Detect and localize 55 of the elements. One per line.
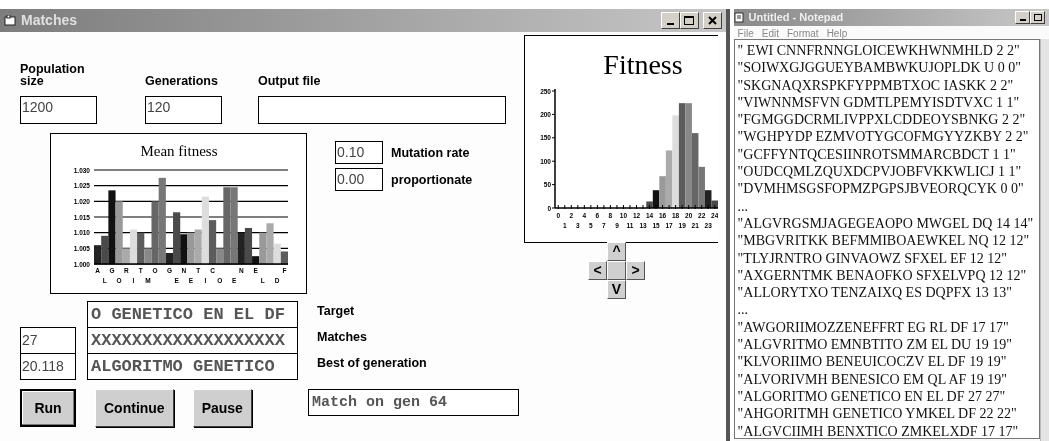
text-line: "VIWNNMSFVN GDMTLPEMYISDTVXC 1 1" xyxy=(737,93,1021,112)
window-title: Matches xyxy=(21,11,78,30)
arrow-button[interactable]: V xyxy=(607,280,626,299)
text-line: "OUDCQMLZQUXDCPVJOBFVKKWLICJ 1 1" xyxy=(737,163,1023,181)
chart-title: Fitness xyxy=(603,49,683,80)
field-label: Output file xyxy=(258,75,321,87)
text-display: O GENETICO EN EL DF xyxy=(87,301,298,328)
text-line: "WGHPYDP EZMVOTYGCOFMGYYZKBY 2 2" xyxy=(737,128,1030,146)
input-field[interactable]: 20.118 xyxy=(20,353,76,380)
text-line: "SKGNAQXRSPKFYPPMBTXOC IASKK 2 2" xyxy=(737,76,1015,94)
text-line: "ALGORITMO GENETICO EN EL DF 27 27" xyxy=(737,387,1007,406)
input-field[interactable]: 27 xyxy=(20,327,76,354)
text-line: "TLYJRNTRO GINVAOWZ SFXEL EF 12 12" xyxy=(737,249,1009,267)
text-line: "AXGERNTMK BENAOFKO SFXELVPQ 12 12" xyxy=(737,266,1028,285)
text-line: "ALVORIVMH BENESICO EM QL AF 19 19" xyxy=(737,370,1009,388)
menu-item[interactable]: Format xyxy=(786,26,819,39)
action-button[interactable]: Run xyxy=(20,389,76,427)
text-line: "MBGVRITKK BEFMMIBOAEWKEL NQ 12 12" xyxy=(737,232,1031,250)
status-field: Match on gen 64 xyxy=(307,389,519,416)
input-field[interactable]: 0.00 xyxy=(335,168,383,191)
input-field[interactable]: 120 xyxy=(145,96,222,124)
text-line: "ALLORYTXO TENZAIXQ ES DQPFX 13 13" xyxy=(737,284,1014,302)
text-line: "FGMGGDCRMLIVPPXLCDDEOYSBNKG 2 2" xyxy=(737,111,1027,129)
action-button[interactable]: Pause xyxy=(192,389,252,427)
text-line: "ALGVRGSMJAGEGEAOPO MWGEL DQ 14 14" xyxy=(737,214,1035,233)
field-label: Best of generation xyxy=(317,357,427,369)
text-line: "KLVORIIMO BENEUICOCZV EL DF 19 19" xyxy=(737,353,1008,371)
field-label: Population size xyxy=(20,63,86,87)
text-line: " EWI CNNFRNNGLOICEWKHWNMHLD 2 2" xyxy=(737,42,1021,60)
field-label: Generations xyxy=(145,75,218,87)
field-label: Target xyxy=(317,305,355,317)
input-field[interactable]: 0.10 xyxy=(335,141,383,164)
input-field[interactable]: 1200 xyxy=(20,96,97,124)
chart-title: Mean fitness xyxy=(140,143,218,159)
text-display: XXXXXXXXXXXXXXXXXXX xyxy=(87,327,298,354)
field-label: proportionate xyxy=(391,173,473,186)
text-display: ALGORITMO GENETICO xyxy=(87,353,298,380)
text-line: "ALGVCIIMH BENXTICO ZMKELXDF 17 17" xyxy=(737,422,1020,440)
text-line: "SOIWXGJGGUEYBAMBWKUJOPLDK U 0 0" xyxy=(737,59,1022,77)
menu-item[interactable]: Help xyxy=(826,26,848,39)
arrow-button[interactable]: < xyxy=(588,261,607,280)
text-line: "AWGORIIMOZZENEFFRT EG RL DF 17 17" xyxy=(737,318,1010,337)
text-line: ... xyxy=(737,301,750,319)
menu-item[interactable]: Edit xyxy=(761,26,779,39)
field-label: Mutation rate xyxy=(391,146,470,159)
text-line: "AHGORITMH GENETICO YMKEL DF 22 22" xyxy=(737,405,1018,423)
window-title: Untitled - Notepad xyxy=(748,10,844,26)
action-button[interactable]: Continue xyxy=(95,389,174,427)
text-line: ... xyxy=(737,197,750,215)
arrow-button[interactable]: > xyxy=(626,261,645,280)
text-line: "DVMHMSGSFOPMZPGPSJBVEORQCYK 0 0" xyxy=(737,180,1025,198)
text-line: "ALGVRITMO EMNBTITO ZM EL DU 19 19" xyxy=(737,336,1013,354)
arrow-button[interactable]: ^ xyxy=(607,242,626,261)
field-label: Matches xyxy=(317,331,368,343)
text-line: "GCFFYNTQCESIINROTSMMARCBDCT 1 1" xyxy=(737,145,1017,164)
